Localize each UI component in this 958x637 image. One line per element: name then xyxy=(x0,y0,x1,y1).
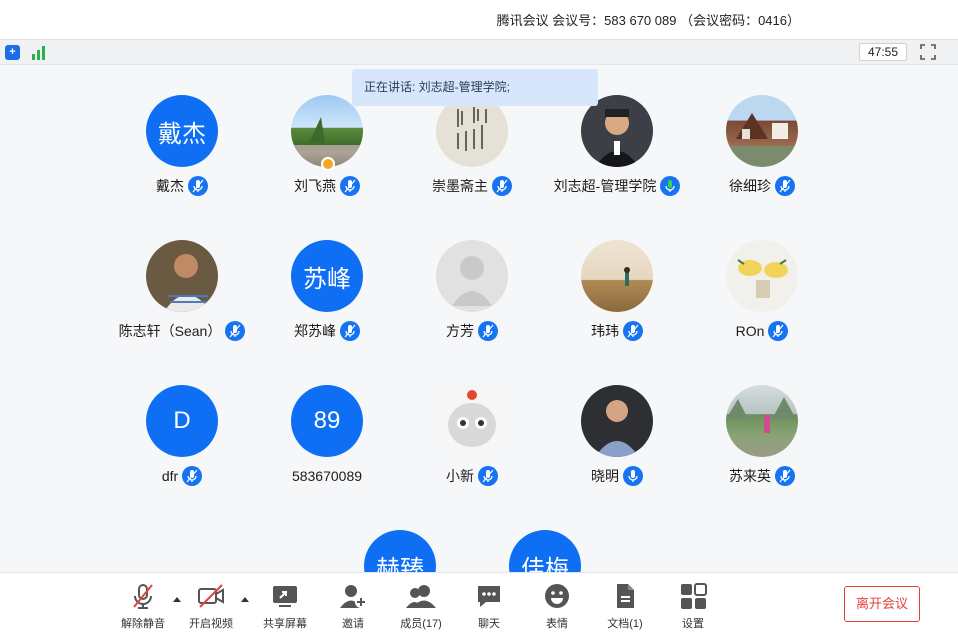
unmute-button[interactable]: 解除静音 xyxy=(113,581,173,633)
members-icon xyxy=(406,585,436,608)
participant-tile[interactable]: 崇墨斋主 xyxy=(402,95,542,215)
chat-icon xyxy=(478,586,500,607)
invite-button[interactable]: 邀请 xyxy=(323,581,383,633)
participant-tile[interactable]: 玮玮 xyxy=(547,240,687,360)
avatar xyxy=(726,240,798,312)
emoji-icon xyxy=(545,584,569,608)
settings-grid-icon xyxy=(681,583,707,609)
mic-icon xyxy=(775,176,795,196)
mic-icon xyxy=(188,176,208,196)
add-user-icon xyxy=(340,585,367,608)
chat-button[interactable]: 聊天 xyxy=(459,581,519,633)
participant-tile[interactable]: 徐细珍 xyxy=(692,95,832,215)
participant-name: 崇墨斋主 xyxy=(432,178,488,194)
document-icon xyxy=(617,584,634,608)
chevron-up-icon[interactable] xyxy=(240,595,250,603)
members-button[interactable]: 成员(17) xyxy=(391,581,451,633)
avatar: 赫臻 xyxy=(364,530,436,572)
mic-icon xyxy=(768,321,789,341)
participant-tile[interactable]: 戴杰 戴杰 xyxy=(112,95,252,215)
avatar: D xyxy=(146,385,218,457)
participant-tile[interactable]: 89 583670089 xyxy=(257,385,397,505)
bottom-toolbar: 解除静音 开启视频 共享屏幕 邀请 成员(17) 聊天 表情 文档(1) 设置 xyxy=(0,572,958,637)
participant-name: 玮玮 xyxy=(591,323,619,339)
mic-icon xyxy=(623,466,643,486)
share-screen-button[interactable]: 共享屏幕 xyxy=(255,581,315,633)
participant-tile[interactable]: 刘志超-管理学院 xyxy=(547,95,687,215)
avatar xyxy=(146,240,218,312)
mic-icon xyxy=(492,176,512,196)
avatar: 佳梅 xyxy=(509,530,581,572)
participant-tile[interactable]: 苏来英 xyxy=(692,385,832,505)
start-video-button[interactable]: 开启视频 xyxy=(181,581,241,633)
camera-off-icon xyxy=(198,584,224,608)
participant-tile[interactable]: D dfr xyxy=(112,385,252,505)
avatar: 戴杰 xyxy=(146,95,218,167)
avatar xyxy=(581,385,653,457)
participant-name: 刘志超-管理学院 xyxy=(553,178,657,194)
participant-name: 小新 xyxy=(446,468,474,484)
host-badge-icon xyxy=(321,157,335,171)
default-avatar-icon xyxy=(436,240,508,312)
participant-tile[interactable]: ROn xyxy=(692,240,832,360)
participant-name: 方芳 xyxy=(446,323,474,339)
avatar: 苏峰 xyxy=(291,240,363,312)
mic-muted-icon xyxy=(133,584,153,609)
mic-icon xyxy=(340,176,360,196)
participant-name: 陈志轩（Sean） xyxy=(118,323,222,339)
participant-name: 晓明 xyxy=(591,468,619,484)
avatar xyxy=(581,240,653,312)
mic-icon xyxy=(182,466,203,486)
mic-icon xyxy=(623,321,643,341)
participant-name: 郑苏峰 xyxy=(294,323,336,339)
avatar xyxy=(726,95,798,167)
emoji-button[interactable]: 表情 xyxy=(527,581,587,633)
avatar xyxy=(436,385,508,457)
participant-name: 刘飞燕 xyxy=(294,178,336,194)
participant-tile[interactable]: 小新 xyxy=(402,385,542,505)
participant-name: 徐细珍 xyxy=(729,178,771,194)
settings-button[interactable]: 设置 xyxy=(663,581,723,633)
participant-name: ROn xyxy=(735,323,765,339)
participant-tile[interactable]: 苏峰 郑苏峰 xyxy=(257,240,397,360)
participant-name: dfr xyxy=(161,468,179,484)
mic-icon xyxy=(775,466,795,486)
participant-name: 583670089 xyxy=(291,468,363,484)
participant-tile[interactable]: 佳梅 xyxy=(475,530,615,572)
participant-name: 戴杰 xyxy=(156,178,184,194)
mic-icon xyxy=(478,466,498,486)
participant-name: 苏来英 xyxy=(729,468,771,484)
participant-tile[interactable]: 晓明 xyxy=(547,385,687,505)
share-screen-icon xyxy=(273,586,297,607)
mic-icon xyxy=(478,321,498,341)
mic-icon xyxy=(225,321,246,341)
avatar: 89 xyxy=(291,385,363,457)
participant-tile[interactable]: 刘飞燕 xyxy=(257,95,397,215)
avatar xyxy=(726,385,798,457)
leave-meeting-button[interactable]: 离开会议 xyxy=(844,586,920,622)
mic-icon xyxy=(340,321,360,341)
mic-active-icon xyxy=(660,176,681,196)
participant-tile[interactable]: 赫臻 xyxy=(330,530,470,572)
participant-tile[interactable]: 陈志轩（Sean） xyxy=(112,240,252,360)
speaking-banner: 正在讲话: 刘志超-管理学院; xyxy=(352,69,598,106)
participant-tile[interactable]: 方芳 xyxy=(402,240,542,360)
docs-button[interactable]: 文档(1) xyxy=(595,581,655,633)
